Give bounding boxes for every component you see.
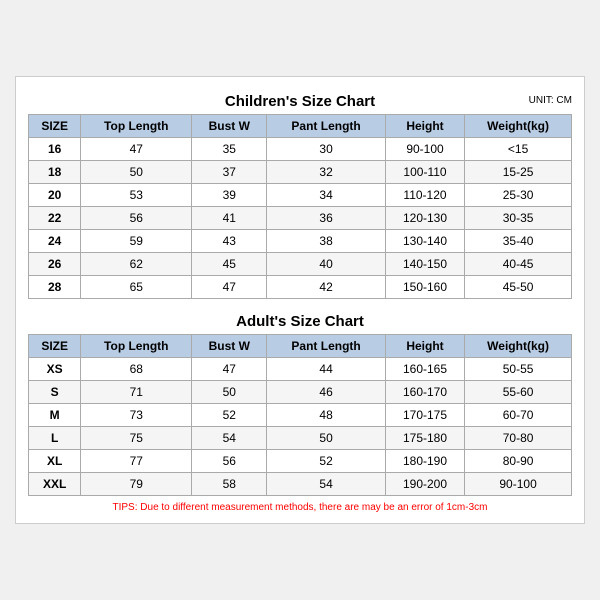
tips-text: TIPS: Due to different measurement metho… [28, 502, 572, 513]
children-col-top-length: Top Length [81, 115, 192, 138]
table-row: L755450175-18070-80 [29, 427, 572, 450]
table-row: 1647353090-100<15 [29, 138, 572, 161]
children-col-pant-length: Pant Length [267, 115, 386, 138]
children-col-weight: Weight(kg) [465, 115, 572, 138]
table-row: 26624540140-15040-45 [29, 253, 572, 276]
adults-col-bust-w: Bust W [192, 335, 267, 358]
adults-title: Adult's Size Chart [236, 313, 364, 330]
unit-label: UNIT: CM [529, 95, 572, 106]
adults-col-size: SIZE [29, 335, 81, 358]
table-row: 18503732100-11015-25 [29, 161, 572, 184]
table-row: XS684744160-16550-55 [29, 358, 572, 381]
children-col-height: Height [385, 115, 464, 138]
children-col-bust-w: Bust W [192, 115, 267, 138]
children-col-size: SIZE [29, 115, 81, 138]
table-row: 22564136120-13030-35 [29, 207, 572, 230]
adults-col-height: Height [385, 335, 464, 358]
chart-container: Children's Size Chart UNIT: CM SIZE Top … [15, 76, 585, 524]
adults-section-header: Adult's Size Chart [28, 307, 572, 334]
table-row: 24594338130-14035-40 [29, 230, 572, 253]
table-row: 28654742150-16045-50 [29, 276, 572, 299]
adults-col-top-length: Top Length [81, 335, 192, 358]
adults-header-row: SIZE Top Length Bust W Pant Length Heigh… [29, 335, 572, 358]
adults-col-pant-length: Pant Length [267, 335, 386, 358]
table-row: XXL795854190-20090-100 [29, 473, 572, 496]
table-row: 20533934110-12025-30 [29, 184, 572, 207]
table-row: S715046160-17055-60 [29, 381, 572, 404]
children-table: SIZE Top Length Bust W Pant Length Heigh… [28, 114, 572, 299]
table-row: M735248170-17560-70 [29, 404, 572, 427]
adults-table: SIZE Top Length Bust W Pant Length Heigh… [28, 334, 572, 496]
children-title: Children's Size Chart [225, 93, 375, 110]
adults-col-weight: Weight(kg) [465, 335, 572, 358]
children-header-row: SIZE Top Length Bust W Pant Length Heigh… [29, 115, 572, 138]
children-section-header: Children's Size Chart UNIT: CM [28, 87, 572, 114]
table-row: XL775652180-19080-90 [29, 450, 572, 473]
